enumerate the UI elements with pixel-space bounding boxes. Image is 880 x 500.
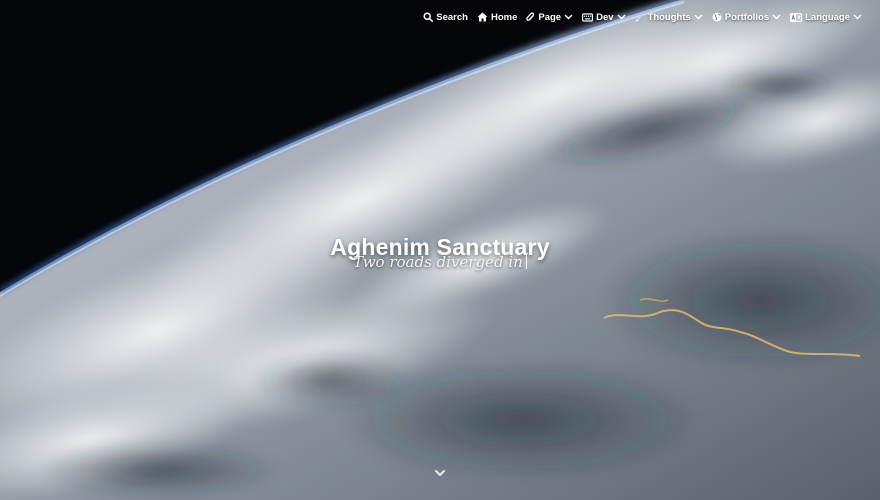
nav-item-home-label: Home <box>490 11 518 23</box>
chevron-down-icon <box>564 14 573 20</box>
nav-item-search[interactable]: Search <box>423 12 468 23</box>
nav-item-search-label: Search <box>436 11 468 23</box>
nav-item-language[interactable]: Language <box>790 12 862 23</box>
paperclip-icon <box>526 12 535 21</box>
keyboard-icon <box>582 12 594 22</box>
hero-banner: Search Home Page Dev Thoughts Portfolios <box>0 0 880 500</box>
chevron-down-icon <box>772 14 781 20</box>
nav-item-language-label: Language <box>805 11 850 23</box>
nav-item-thoughts-label: Thoughts <box>647 11 691 23</box>
subtitle-container: Two roads diverged in <box>0 253 880 272</box>
globe-icon <box>712 12 722 22</box>
home-icon <box>477 12 488 22</box>
nav-item-portfolios-label: Portfolios <box>724 11 770 23</box>
search-icon <box>423 12 434 22</box>
nav-item-portfolios[interactable]: Portfolios <box>712 12 781 23</box>
feather-icon <box>635 12 645 22</box>
nav-item-thoughts[interactable]: Thoughts <box>635 12 703 23</box>
scroll-down-chevron-icon[interactable] <box>433 466 447 480</box>
nav-item-dev-label: Dev <box>596 11 614 23</box>
subtitle-text: Two roads diverged in <box>353 253 523 271</box>
chevron-down-icon <box>694 14 703 20</box>
chevron-down-icon <box>617 14 626 20</box>
main-navigation: Search Home Page Dev Thoughts Portfolios <box>423 8 862 26</box>
nav-item-page-label: Page <box>538 11 562 23</box>
typing-cursor <box>525 254 527 269</box>
site-subtitle: Two roads diverged in <box>353 253 527 271</box>
nav-item-page[interactable]: Page <box>526 12 573 23</box>
nav-item-dev[interactable]: Dev <box>582 11 626 23</box>
nav-item-home[interactable]: Home <box>477 12 517 23</box>
language-icon <box>790 12 803 22</box>
chevron-down-icon <box>853 14 862 20</box>
